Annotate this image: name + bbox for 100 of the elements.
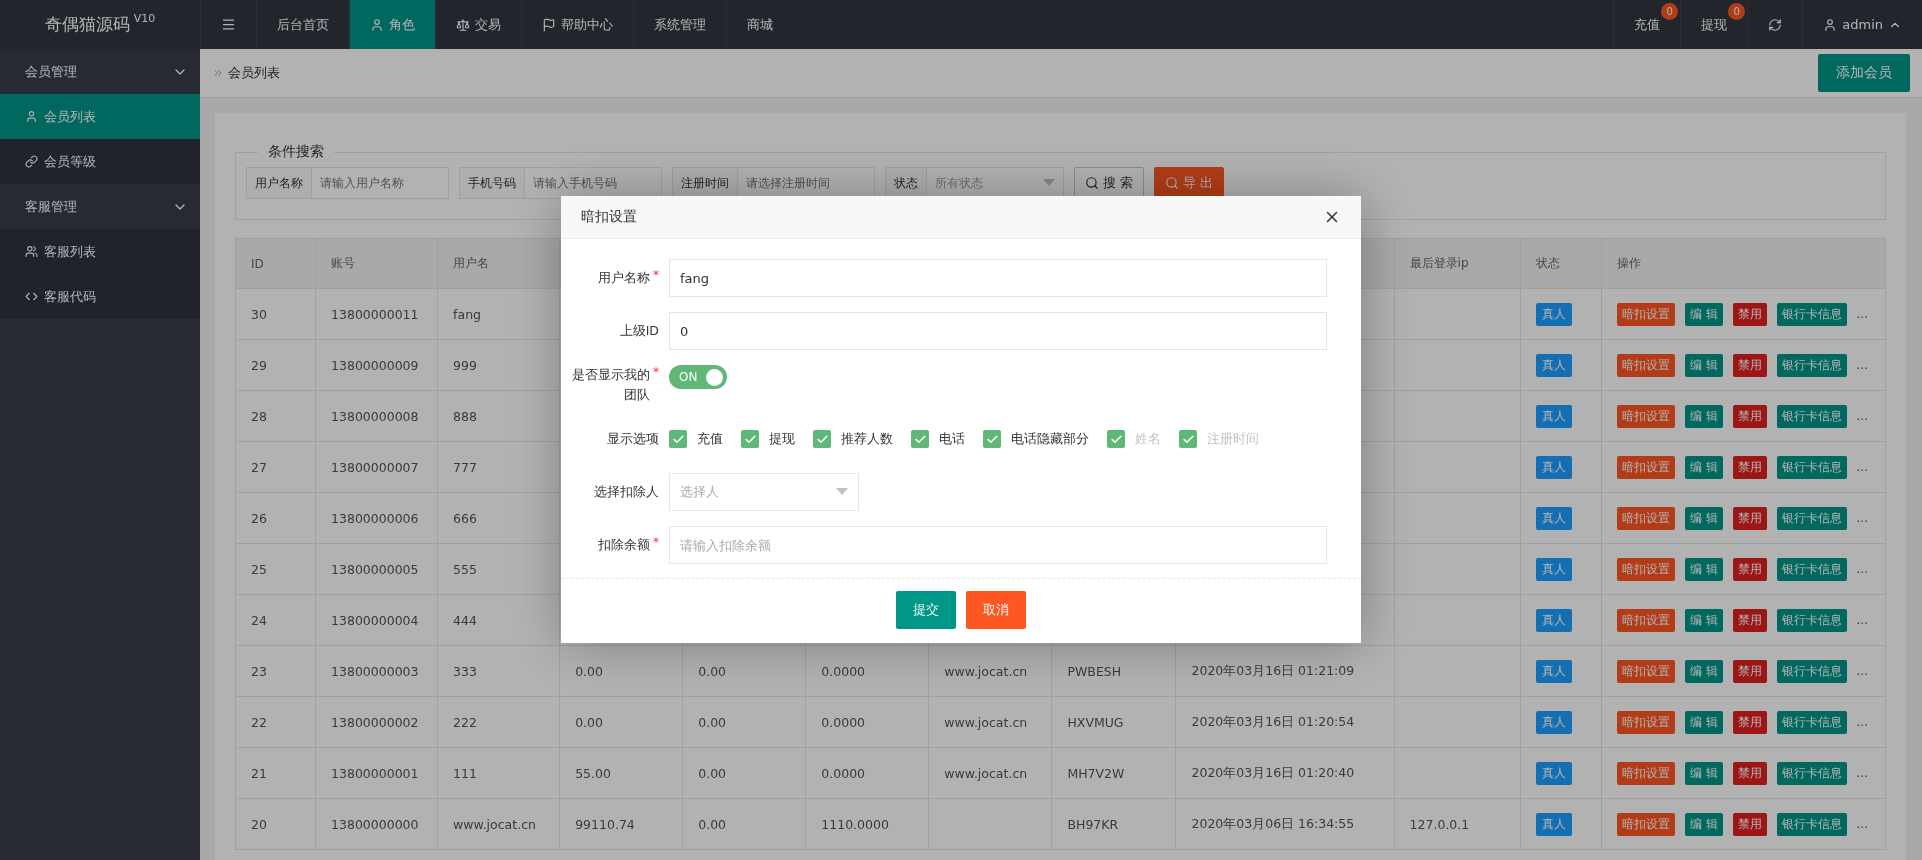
text-field[interactable]: 请输入扣除余额	[669, 526, 1327, 564]
row-action-button[interactable]: 禁用	[1732, 557, 1767, 581]
toggle-switch[interactable]: ON	[669, 365, 727, 389]
row-action-button[interactable]: 编 辑	[1684, 659, 1723, 683]
row-action-button[interactable]: 暗扣设置	[1616, 761, 1675, 785]
row-action-button[interactable]: 暗扣设置	[1616, 404, 1675, 428]
more-link[interactable]: ...	[1856, 510, 1868, 525]
add-member-button[interactable]: 添加会员	[1818, 54, 1910, 92]
row-action-button[interactable]: 银行卡信息	[1776, 506, 1847, 530]
refresh-icon	[1768, 17, 1783, 32]
row-action-button[interactable]: 编 辑	[1684, 353, 1723, 377]
cancel-button[interactable]: 取消	[966, 591, 1026, 629]
row-action-button[interactable]: 禁用	[1732, 659, 1767, 683]
table-cell: 55.00	[559, 747, 683, 799]
row-action-button[interactable]: 编 辑	[1684, 710, 1723, 734]
row-action-button[interactable]: 编 辑	[1684, 455, 1723, 479]
field-label: 显示选项	[607, 430, 659, 448]
table-cell: 22	[235, 696, 316, 748]
table-cell: 0.0000	[805, 645, 929, 697]
logo: 奇偶猫源码 V10	[43, 11, 157, 36]
checkbox[interactable]	[669, 430, 687, 448]
row-action-button[interactable]: 禁用	[1732, 404, 1767, 428]
search-button[interactable]: 搜 索	[1074, 167, 1145, 199]
select-field[interactable]: 选择人	[669, 473, 859, 511]
row-action-button[interactable]: 禁用	[1732, 761, 1767, 785]
check-icon	[1181, 432, 1195, 446]
row-action-button[interactable]: 银行卡信息	[1776, 455, 1847, 479]
row-action-button[interactable]: 禁用	[1732, 506, 1767, 530]
sidebar-item[interactable]: 会员等级	[0, 139, 200, 184]
table-cell: 13800000001	[315, 747, 438, 799]
more-link[interactable]: ...	[1856, 816, 1868, 831]
row-action-button[interactable]: 银行卡信息	[1776, 608, 1847, 632]
sidebar-item[interactable]: 会员列表	[0, 94, 200, 139]
checkbox[interactable]	[741, 430, 759, 448]
row-action-button[interactable]: 禁用	[1732, 455, 1767, 479]
row-action-button[interactable]: 编 辑	[1684, 404, 1723, 428]
row-action-button[interactable]: 禁用	[1732, 353, 1767, 377]
checkbox[interactable]	[983, 430, 1001, 448]
search-field[interactable]: 请输入手机号码	[525, 167, 662, 199]
table-cell: 2020年03月16日 01:20:54	[1176, 696, 1395, 748]
more-link[interactable]: ...	[1856, 612, 1868, 627]
row-action-button[interactable]: 暗扣设置	[1616, 557, 1675, 581]
row-action-button[interactable]: 暗扣设置	[1616, 353, 1675, 377]
checkbox[interactable]	[813, 430, 831, 448]
row-action-button[interactable]: 编 辑	[1684, 761, 1723, 785]
more-link[interactable]: ...	[1856, 357, 1868, 372]
row-action-button[interactable]: 暗扣设置	[1616, 710, 1675, 734]
row-action-button[interactable]: 暗扣设置	[1616, 506, 1675, 530]
row-action-button[interactable]: 暗扣设置	[1616, 608, 1675, 632]
export-button[interactable]: 导 出	[1154, 167, 1225, 199]
row-action-button[interactable]: 银行卡信息	[1776, 761, 1847, 785]
more-link[interactable]: ...	[1856, 765, 1868, 780]
caret-icon	[1043, 179, 1055, 187]
column-header: 操作	[1601, 238, 1886, 289]
field-label: 扣除余额	[598, 536, 650, 554]
checkbox[interactable]	[911, 430, 929, 448]
more-link[interactable]: ...	[1856, 714, 1868, 729]
row-action-button[interactable]: 银行卡信息	[1776, 353, 1847, 377]
sidebar-item[interactable]: 客服代码	[0, 274, 200, 319]
status-tag: 真人	[1535, 608, 1572, 632]
table-cell: PWBESH	[1051, 645, 1176, 697]
row-action-button[interactable]: 暗扣设置	[1616, 302, 1675, 326]
search-field[interactable]: 请选择注册时间	[738, 167, 875, 199]
row-action-button[interactable]: 银行卡信息	[1776, 404, 1847, 428]
field-label: 手机号码	[459, 167, 525, 199]
submit-button[interactable]: 提交	[896, 591, 956, 629]
row-action-button[interactable]: 暗扣设置	[1616, 455, 1675, 479]
row-action-button[interactable]: 禁用	[1732, 710, 1767, 734]
status-tag: 真人	[1535, 761, 1572, 785]
text-field[interactable]: 0	[669, 312, 1327, 350]
row-action-button[interactable]: 暗扣设置	[1616, 659, 1675, 683]
status-tag: 真人	[1535, 812, 1572, 836]
row-action-button[interactable]: 禁用	[1732, 608, 1767, 632]
table-cell: 0.00	[682, 645, 806, 697]
more-link[interactable]: ...	[1856, 459, 1868, 474]
row-action-button[interactable]: 银行卡信息	[1776, 710, 1847, 734]
search-field[interactable]: 请输入用户名称	[312, 167, 449, 199]
row-action-button[interactable]: 编 辑	[1684, 812, 1723, 836]
row-action-button[interactable]: 银行卡信息	[1776, 557, 1847, 581]
row-action-button[interactable]: 银行卡信息	[1776, 302, 1847, 326]
more-link[interactable]: ...	[1856, 561, 1868, 576]
row-action-button[interactable]: 禁用	[1732, 812, 1767, 836]
row-action-button[interactable]: 编 辑	[1684, 557, 1723, 581]
nav-tab[interactable]: 角色	[349, 0, 435, 49]
more-link[interactable]: ...	[1856, 408, 1868, 423]
row-action-button[interactable]: 银行卡信息	[1776, 659, 1847, 683]
text-field[interactable]: fang	[669, 259, 1327, 297]
table-cell: 0.00	[559, 645, 683, 697]
table-cell: 24	[235, 594, 316, 646]
sidebar-item[interactable]: 客服列表	[0, 229, 200, 274]
row-action-button[interactable]: 编 辑	[1684, 302, 1723, 326]
more-link[interactable]: ...	[1856, 663, 1868, 678]
row-action-button[interactable]: 编 辑	[1684, 506, 1723, 530]
more-link[interactable]: ...	[1856, 306, 1868, 321]
row-action-button[interactable]: 编 辑	[1684, 608, 1723, 632]
table-cell: 13800000003	[315, 645, 438, 697]
row-action-button[interactable]: 暗扣设置	[1616, 812, 1675, 836]
row-action-button[interactable]: 银行卡信息	[1776, 812, 1847, 836]
row-action-button[interactable]: 禁用	[1732, 302, 1767, 326]
table-cell: 28	[235, 390, 316, 442]
